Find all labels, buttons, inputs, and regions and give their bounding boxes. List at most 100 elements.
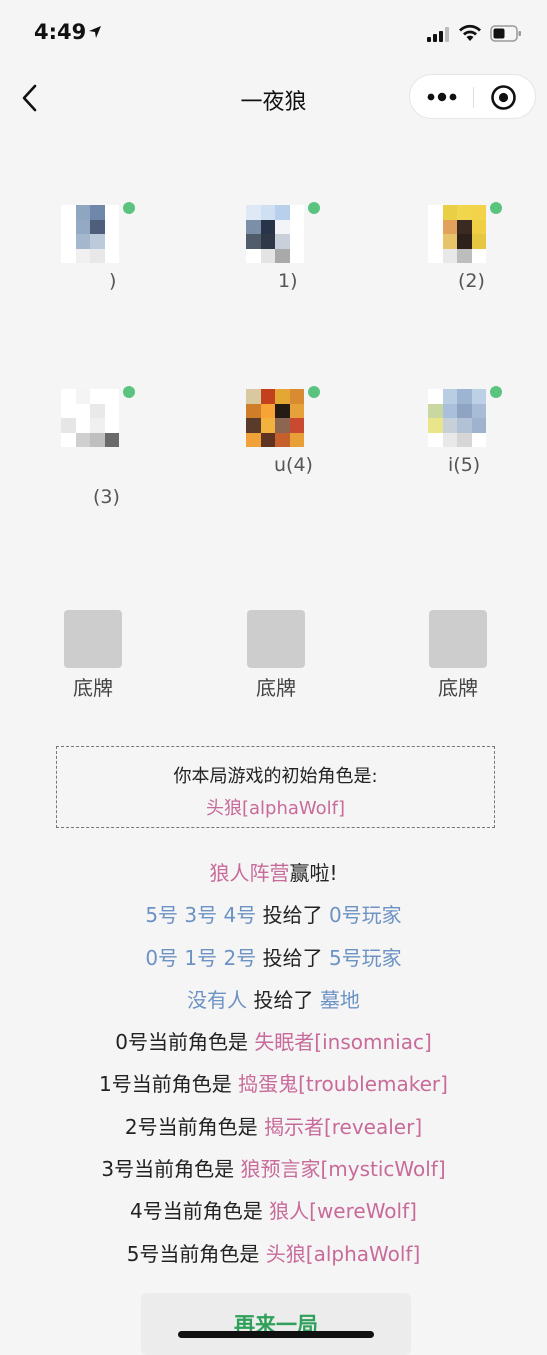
center-cards: 底牌 底牌 底牌: [0, 596, 547, 706]
avatar-pixel: [61, 389, 76, 404]
avatar-pixel: [289, 418, 304, 433]
avatar-pixel: [61, 205, 76, 220]
center-card-3[interactable]: 底牌: [428, 596, 488, 701]
avatar-pixel: [471, 432, 486, 447]
avatar-pixel: [428, 432, 443, 447]
avatar-pixel: [246, 205, 261, 220]
card-label: 底牌: [438, 676, 478, 700]
avatar-pixel: [471, 219, 486, 234]
avatar-pixel: [471, 389, 486, 404]
avatar-pixel: [289, 403, 304, 418]
avatar-pixel: [75, 219, 90, 234]
avatar-pixel: [428, 219, 443, 234]
avatar-pixel: [457, 234, 472, 249]
winner-suffix: 赢啦!: [289, 861, 338, 885]
player-seat-1[interactable]: 1): [222, 190, 320, 310]
avatar-pixel: [104, 205, 119, 220]
cellular-signal-icon: [427, 27, 449, 42]
avatar-pixel: [457, 205, 472, 220]
player-name: (3): [93, 486, 120, 508]
more-options-icon[interactable]: [427, 91, 457, 103]
player-name: i(5): [448, 454, 481, 476]
avatar-pixel: [104, 432, 119, 447]
online-status-dot: [490, 386, 502, 398]
avatar-pixel: [275, 234, 290, 249]
avatar-pixel: [61, 248, 76, 263]
avatar-pixel: [104, 403, 119, 418]
card-label: 底牌: [73, 676, 113, 700]
avatar-pixel: [260, 418, 275, 433]
current-role-name: 狼人[wereWolf]: [269, 1199, 417, 1224]
avatar-pixel: [289, 432, 304, 447]
avatar-pixel: [275, 205, 290, 220]
card-label: 底牌: [256, 676, 296, 700]
avatar-pixel: [289, 205, 304, 220]
player-seat-5[interactable]: i(5): [404, 374, 502, 494]
home-indicator[interactable]: [178, 1331, 374, 1338]
avatar-pixel: [61, 219, 76, 234]
avatar-pixel: [289, 248, 304, 263]
avatar-pixel: [471, 403, 486, 418]
player-name: ): [109, 270, 117, 292]
center-card-2[interactable]: 底牌: [246, 596, 306, 701]
avatar-pixel: [260, 205, 275, 220]
avatar-pixel: [260, 432, 275, 447]
avatar-pixel: [260, 403, 275, 418]
vote-voters: 5号 3号 4号: [145, 903, 257, 928]
avatar-pixel: [275, 418, 290, 433]
current-role-prefix: 4号当前角色是: [130, 1199, 263, 1224]
avatar-pixel: [428, 205, 443, 220]
avatar-pixel: [471, 205, 486, 220]
play-again-button[interactable]: 再来一局: [141, 1293, 411, 1355]
avatar-pixel: [90, 234, 105, 249]
current-role-name: 狼预言家[mysticWolf]: [240, 1157, 446, 1182]
player-name: 1): [278, 270, 298, 292]
avatar-pixel: [246, 432, 261, 447]
current-role-line: 1号当前角色是 捣蛋鬼[troublemaker]: [0, 1067, 547, 1109]
avatar-pixel: [260, 389, 275, 404]
avatar-pixel: [75, 205, 90, 220]
avatar-pixel: [90, 403, 105, 418]
avatar-pixel: [428, 418, 443, 433]
current-role-line: 3号当前角色是 狼预言家[mysticWolf]: [0, 1152, 547, 1194]
location-arrow-icon: [89, 26, 101, 38]
avatar-pixel: [90, 248, 105, 263]
avatar-pixel: [260, 248, 275, 263]
avatar: [428, 205, 486, 263]
avatar-pixel: [90, 205, 105, 220]
avatar-pixel: [289, 219, 304, 234]
initial-role-name: 头狼[alphaWolf]: [205, 798, 346, 819]
current-role-name: 头狼[alphaWolf]: [265, 1241, 421, 1266]
vote-line: 没有人 投给了 墓地: [0, 983, 547, 1025]
player-seat-3[interactable]: (3): [37, 374, 135, 508]
avatar-pixel: [442, 389, 457, 404]
avatar-pixel: [457, 248, 472, 263]
player-seat-4[interactable]: u(4): [222, 374, 320, 494]
current-role-line: 5号当前角色是 头狼[alphaWolf]: [0, 1237, 547, 1279]
close-miniprogram-icon[interactable]: [490, 84, 517, 111]
avatar-pixel: [428, 389, 443, 404]
current-role-prefix: 2号当前角色是: [124, 1114, 258, 1139]
vote-voters: 0号 1号 2号: [145, 945, 257, 970]
status-bar: 4:49: [0, 0, 547, 66]
avatar-pixel: [246, 418, 261, 433]
current-role-name: 揭示者[revealer]: [263, 1114, 423, 1139]
avatar-pixel: [90, 389, 105, 404]
avatar-pixel: [428, 234, 443, 249]
vote-verb: 投给了: [262, 945, 323, 970]
avatar-pixel: [471, 248, 486, 263]
avatar-pixel: [104, 248, 119, 263]
vote-target: 5号玩家: [328, 945, 402, 970]
avatar-pixel: [90, 418, 105, 433]
avatar-pixel: [104, 234, 119, 249]
player-seat-2[interactable]: (2): [404, 190, 502, 310]
avatar-pixel: [442, 432, 457, 447]
center-card-1[interactable]: 底牌: [63, 596, 123, 701]
wifi-icon: [459, 24, 481, 41]
avatar-pixel: [275, 389, 290, 404]
avatar-pixel: [275, 432, 290, 447]
vote-target: 墓地: [319, 987, 360, 1012]
avatar-pixel: [104, 418, 119, 433]
player-seat-0[interactable]: ): [37, 190, 135, 310]
avatar-pixel: [289, 389, 304, 404]
